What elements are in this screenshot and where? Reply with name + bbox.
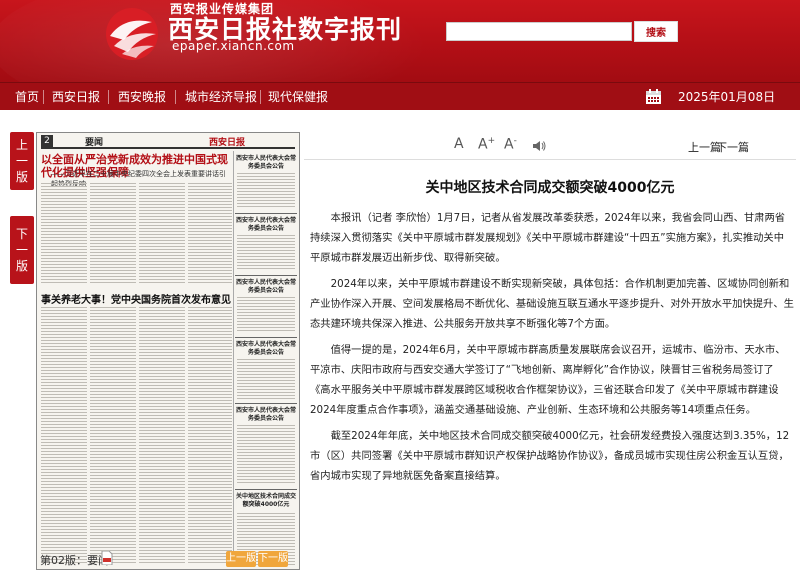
section-tag: 要闻 xyxy=(85,138,104,148)
side-label: 一 xyxy=(15,243,28,257)
divider xyxy=(235,489,297,490)
article-paragraph: 值得一提的是，2024年6月，关中平原城市群高质量发展联席会议召开，运城市、临汾… xyxy=(310,344,786,416)
article-toolbar: A A+ A- 上一篇 下一篇 xyxy=(304,132,796,160)
site-url: epaper.xiancn.com xyxy=(172,39,295,53)
side-label: 版 xyxy=(15,259,28,273)
side-label: 下 xyxy=(15,227,28,241)
paper-header: 2 要闻 西安日报 xyxy=(41,135,295,149)
divider xyxy=(235,213,297,214)
font-normal-button[interactable]: A xyxy=(454,136,464,152)
article-paragraph: 截至2024年年底，关中地区技术合同成交额突破4000亿元，社会研发经费投入强度… xyxy=(310,430,790,482)
side-label: 上 xyxy=(15,138,28,152)
nav-xian-daily[interactable]: 西安日报 xyxy=(52,83,100,111)
text-column xyxy=(237,425,295,485)
nav-separator xyxy=(260,90,261,104)
text-column xyxy=(41,307,87,563)
text-column xyxy=(90,183,136,283)
side-label: 版 xyxy=(15,170,28,184)
page-number: 2 xyxy=(41,135,53,147)
font-decrease-button[interactable]: A- xyxy=(504,136,517,153)
nav-separator xyxy=(175,90,176,104)
text-column xyxy=(188,183,232,283)
divider xyxy=(235,337,297,338)
next-page-button[interactable]: 下一版 xyxy=(258,551,288,567)
site-header: 西安报业传媒集团 西安日报社数字报刊 epaper.xiancn.com 搜索 xyxy=(0,0,800,82)
text-column xyxy=(237,359,295,399)
text-column xyxy=(139,183,185,283)
paper-headline-second[interactable]: 事关养老大事！党中央国务院首次发布意见 xyxy=(41,291,233,306)
font-decrease-sup: - xyxy=(513,136,517,146)
notice-title[interactable]: 西安市人民代表大会常务委员会公告 xyxy=(235,341,297,357)
divider xyxy=(235,403,297,404)
calendar-icon[interactable] xyxy=(645,88,662,105)
font-decrease-label: A xyxy=(504,136,514,153)
page-label: 第02版：要闻 xyxy=(40,554,109,567)
paper-brand: 西安日报 xyxy=(209,138,246,148)
nav-home[interactable]: 首页 xyxy=(15,83,39,111)
search-input[interactable] xyxy=(446,22,632,41)
logo-icon[interactable] xyxy=(104,6,160,62)
notice-title-current[interactable]: 关中地区技术合同成交额突破4000亿元 xyxy=(235,493,297,509)
text-column xyxy=(237,235,295,271)
main-nav: 首页 西安日报 西安晚报 城市经济导报 现代保健报 2025年01月08日 xyxy=(0,82,800,110)
prev-edition-side-button[interactable]: 上 一 版 xyxy=(10,132,34,190)
pdf-icon[interactable] xyxy=(101,551,113,565)
article-paragraph: 本报讯（记者 李欣怡）1月7日，记者从省发展改革委获悉，2024年以来，我省会同… xyxy=(310,212,786,264)
newspaper-page-thumbnail[interactable]: 2 要闻 西安日报 以全面从严治党新成效为推进中国式现代化提供坚强保障 ——习近… xyxy=(36,132,300,570)
font-increase-label: A xyxy=(478,136,488,153)
nav-separator xyxy=(108,90,109,104)
nav-city-economy[interactable]: 城市经济导报 xyxy=(185,83,257,111)
notice-title[interactable]: 西安市人民代表大会常务委员会公告 xyxy=(235,279,297,295)
nav-modern-health[interactable]: 现代保健报 xyxy=(268,83,328,111)
nav-separator xyxy=(43,90,44,104)
text-column xyxy=(237,173,295,209)
next-article-link[interactable]: 下一篇 xyxy=(716,139,749,155)
nav-xian-evening[interactable]: 西安晚报 xyxy=(118,83,166,111)
search-button[interactable]: 搜索 xyxy=(634,21,678,42)
prev-page-button[interactable]: 上一版 xyxy=(226,551,256,567)
text-column xyxy=(139,307,185,563)
notice-title[interactable]: 西安市人民代表大会常务委员会公告 xyxy=(235,217,297,233)
notice-title[interactable]: 西安市人民代表大会常务委员会公告 xyxy=(235,155,297,171)
issue-date: 2025年01月08日 xyxy=(678,90,776,104)
article-paragraph: 2024年以来，关中平原城市群建设不断实现新突破，具体包括：合作机制更加完善、区… xyxy=(310,278,794,330)
text-column xyxy=(237,297,295,333)
article-panel: A A+ A- 上一篇 下一篇 关中地区技术合同成交额突破4000亿元 本报讯（… xyxy=(304,132,796,572)
article-body: 本报讯（记者 李欣怡）1月7日，记者从省发展改革委获悉，2024年以来，我省会同… xyxy=(310,208,794,492)
divider xyxy=(235,275,297,276)
font-increase-button[interactable]: A+ xyxy=(478,136,495,153)
text-column xyxy=(90,307,136,563)
text-column xyxy=(41,183,87,283)
content-area: 上 一 版 下 一 版 2 要闻 西安日报 以全面从严治党新成效为推进中国式现代… xyxy=(0,110,800,579)
column-divider xyxy=(233,151,234,567)
article-title: 关中地区技术合同成交额突破4000亿元 xyxy=(425,180,675,196)
notice-title[interactable]: 西安市人民代表大会常务委员会公告 xyxy=(235,407,297,423)
side-label: 一 xyxy=(15,154,28,168)
font-increase-sup: + xyxy=(487,136,496,146)
text-column xyxy=(188,307,232,563)
next-edition-side-button[interactable]: 下 一 版 xyxy=(10,216,34,284)
speaker-icon[interactable] xyxy=(532,140,546,152)
